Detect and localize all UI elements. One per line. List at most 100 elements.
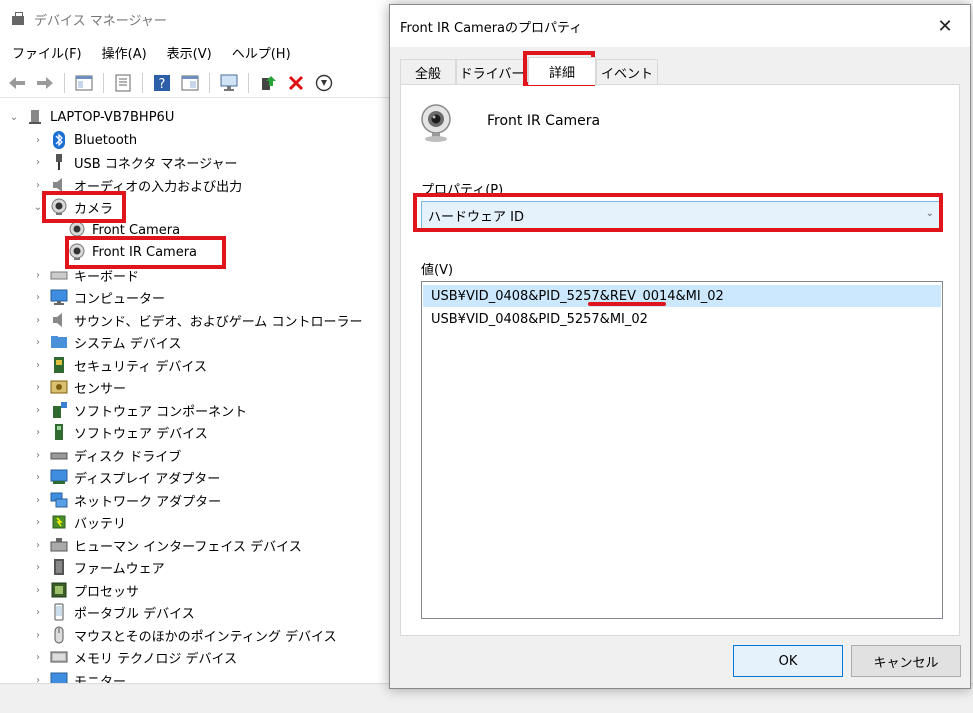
chevron-right-icon[interactable]: › (32, 651, 44, 663)
cancel-button[interactable]: キャンセル (851, 645, 961, 677)
chevron-right-icon[interactable]: › (32, 404, 44, 416)
back-arrow-icon[interactable] (6, 72, 28, 94)
tree-item-memory-technology[interactable]: › メモリ テクノロジ デバイス (32, 646, 237, 668)
tree-item-system-devices[interactable]: › システム デバイス (32, 331, 181, 353)
tree-item-computer[interactable]: › コンピューター (32, 286, 165, 308)
tree-item-battery[interactable]: › バッテリ (32, 511, 126, 533)
properties-icon[interactable] (112, 72, 134, 94)
tree-item-hid[interactable]: › ヒューマン インターフェイス デバイス (32, 534, 302, 556)
tree-item-processor[interactable]: › プロセッサ (32, 579, 139, 601)
disable-device-icon[interactable] (313, 72, 335, 94)
value-list[interactable]: USB¥VID_0408&PID_5257&REV_0014&MI_02 USB… (421, 281, 943, 619)
menu-action[interactable]: 操作(A) (102, 43, 147, 62)
uninstall-device-icon[interactable] (285, 72, 307, 94)
chevron-right-icon[interactable]: › (32, 269, 44, 281)
menu-help[interactable]: ヘルプ(H) (232, 43, 291, 62)
usb-connector-icon (50, 153, 68, 171)
tree-item-label: Front IR Camera (92, 244, 198, 260)
tree-item-front-camera[interactable]: Front Camera (62, 219, 180, 241)
chevron-right-icon[interactable]: › (32, 606, 44, 618)
menu-bar: ファイル(F) 操作(A) 表示(V) ヘルプ(H) (0, 40, 291, 64)
tree-item-network-adapters[interactable]: › ネットワーク アダプター (32, 489, 221, 511)
value-row[interactable]: USB¥VID_0408&PID_5257&MI_02 (423, 308, 941, 330)
tree-root[interactable]: ⌄ LAPTOP-VB7BHP6U (8, 106, 175, 128)
tree-item-usb-connector-manager[interactable]: › USB コネクタ マネージャー (32, 151, 238, 173)
tree-item-sound-video-game[interactable]: › サウンド、ビデオ、およびゲーム コントローラー (32, 309, 362, 331)
firmware-icon (50, 558, 68, 576)
dialog-titlebar: Front IR Cameraのプロパティ (390, 5, 970, 47)
chevron-right-icon[interactable]: › (32, 426, 44, 438)
tree-item-software-components[interactable]: › ソフトウェア コンポーネント (32, 399, 247, 421)
tree-item-camera[interactable]: ⌄ カメラ (32, 196, 113, 218)
chevron-right-icon[interactable]: › (32, 179, 44, 191)
update-driver-icon[interactable] (257, 72, 279, 94)
forward-arrow-icon[interactable] (34, 72, 56, 94)
chevron-right-icon[interactable]: › (32, 539, 44, 551)
chevron-down-icon[interactable]: ⌄ (8, 111, 20, 123)
console-window-icon[interactable] (179, 72, 201, 94)
value-row-selected[interactable]: USB¥VID_0408&PID_5257&REV_0014&MI_02 (423, 285, 941, 307)
menu-view[interactable]: 表示(V) (167, 43, 212, 62)
chevron-right-icon[interactable]: › (32, 156, 44, 168)
toolbar: ? (0, 68, 390, 98)
tree-item-disk-drives[interactable]: › ディスク ドライブ (32, 444, 181, 466)
tab-events[interactable]: イベント (596, 59, 658, 85)
tree-item-sensors[interactable]: › センサー (32, 376, 126, 398)
tree-item-software-devices[interactable]: › ソフトウェア デバイス (32, 421, 208, 443)
scan-hardware-icon[interactable] (218, 72, 240, 94)
tree-item-mouse[interactable]: › マウスとそのほかのポインティング デバイス (32, 624, 337, 646)
tree-item-security-devices[interactable]: › セキュリティ デバイス (32, 354, 207, 376)
webcam-icon (68, 243, 86, 261)
tree-item-label: システム デバイス (74, 336, 182, 352)
chevron-right-icon[interactable]: › (32, 336, 44, 348)
tree-item-label: ソフトウェア デバイス (74, 426, 208, 442)
help-icon[interactable]: ? (151, 72, 173, 94)
chevron-down-icon[interactable]: ⌄ (32, 201, 44, 213)
tree-item-label: キーボード (74, 269, 140, 285)
chevron-right-icon[interactable]: › (32, 629, 44, 641)
tree-item-firmware[interactable]: › ファームウェア (32, 556, 165, 578)
chevron-right-icon[interactable]: › (32, 471, 44, 483)
chevron-right-icon[interactable]: › (32, 561, 44, 573)
tree-item-label: マウスとそのほかのポインティング デバイス (74, 629, 337, 645)
device-tree: ⌄ LAPTOP-VB7BHP6U › Bluetooth › USB コネクタ… (0, 103, 390, 683)
chevron-right-icon[interactable]: › (32, 584, 44, 596)
tab-driver[interactable]: ドライバー (456, 59, 528, 85)
chevron-right-icon[interactable]: › (32, 449, 44, 461)
battery-icon (50, 513, 68, 531)
tab-general[interactable]: 全般 (400, 59, 456, 85)
tree-item-bluetooth[interactable]: › Bluetooth (32, 129, 137, 151)
tree-item-monitor[interactable]: › モニター (32, 669, 126, 683)
tree-item-label: ポータブル デバイス (74, 606, 195, 622)
chevron-right-icon[interactable]: › (32, 134, 44, 146)
computer-icon (26, 108, 44, 126)
menu-file[interactable]: ファイル(F) (12, 43, 82, 62)
close-icon[interactable]: ✕ (934, 15, 956, 37)
property-dropdown[interactable]: ハードウェア ID ⌄ (421, 201, 943, 229)
chevron-right-icon[interactable]: › (32, 516, 44, 528)
tree-item-label: USB コネクタ マネージャー (74, 156, 238, 172)
chevron-right-icon[interactable]: › (32, 494, 44, 506)
tree-item-audio-io[interactable]: › オーディオの入力および出力 (32, 174, 242, 196)
toolbar-separator (248, 72, 249, 93)
device-manager-titlebar: デバイス マネージャー (0, 0, 390, 38)
chevron-right-icon[interactable]: › (32, 381, 44, 393)
tree-item-display-adapters[interactable]: › ディスプレイ アダプター (32, 466, 220, 488)
toolbar-separator (103, 72, 104, 93)
details-panel: Front IR Camera プロパティ(P) ハードウェア ID ⌄ 値(V… (400, 84, 960, 636)
webcam-icon (50, 198, 68, 216)
show-hide-console-tree-icon[interactable] (73, 72, 95, 94)
chevron-right-icon[interactable]: › (32, 674, 44, 684)
chevron-right-icon[interactable]: › (32, 291, 44, 303)
tree-item-portable-devices[interactable]: › ポータブル デバイス (32, 601, 195, 623)
window-title: デバイス マネージャー (34, 13, 167, 29)
chevron-right-icon[interactable]: › (32, 359, 44, 371)
tab-details[interactable]: 詳細 (528, 57, 596, 85)
tree-item-keyboard[interactable]: › キーボード (32, 264, 139, 286)
tree-item-front-ir-camera[interactable]: Front IR Camera (62, 241, 197, 263)
component-icon (50, 401, 68, 419)
ok-button[interactable]: OK (733, 645, 843, 677)
chevron-right-icon[interactable]: › (32, 314, 44, 326)
tree-item-label: サウンド、ビデオ、およびゲーム コントローラー (74, 314, 363, 330)
processor-icon (50, 581, 68, 599)
